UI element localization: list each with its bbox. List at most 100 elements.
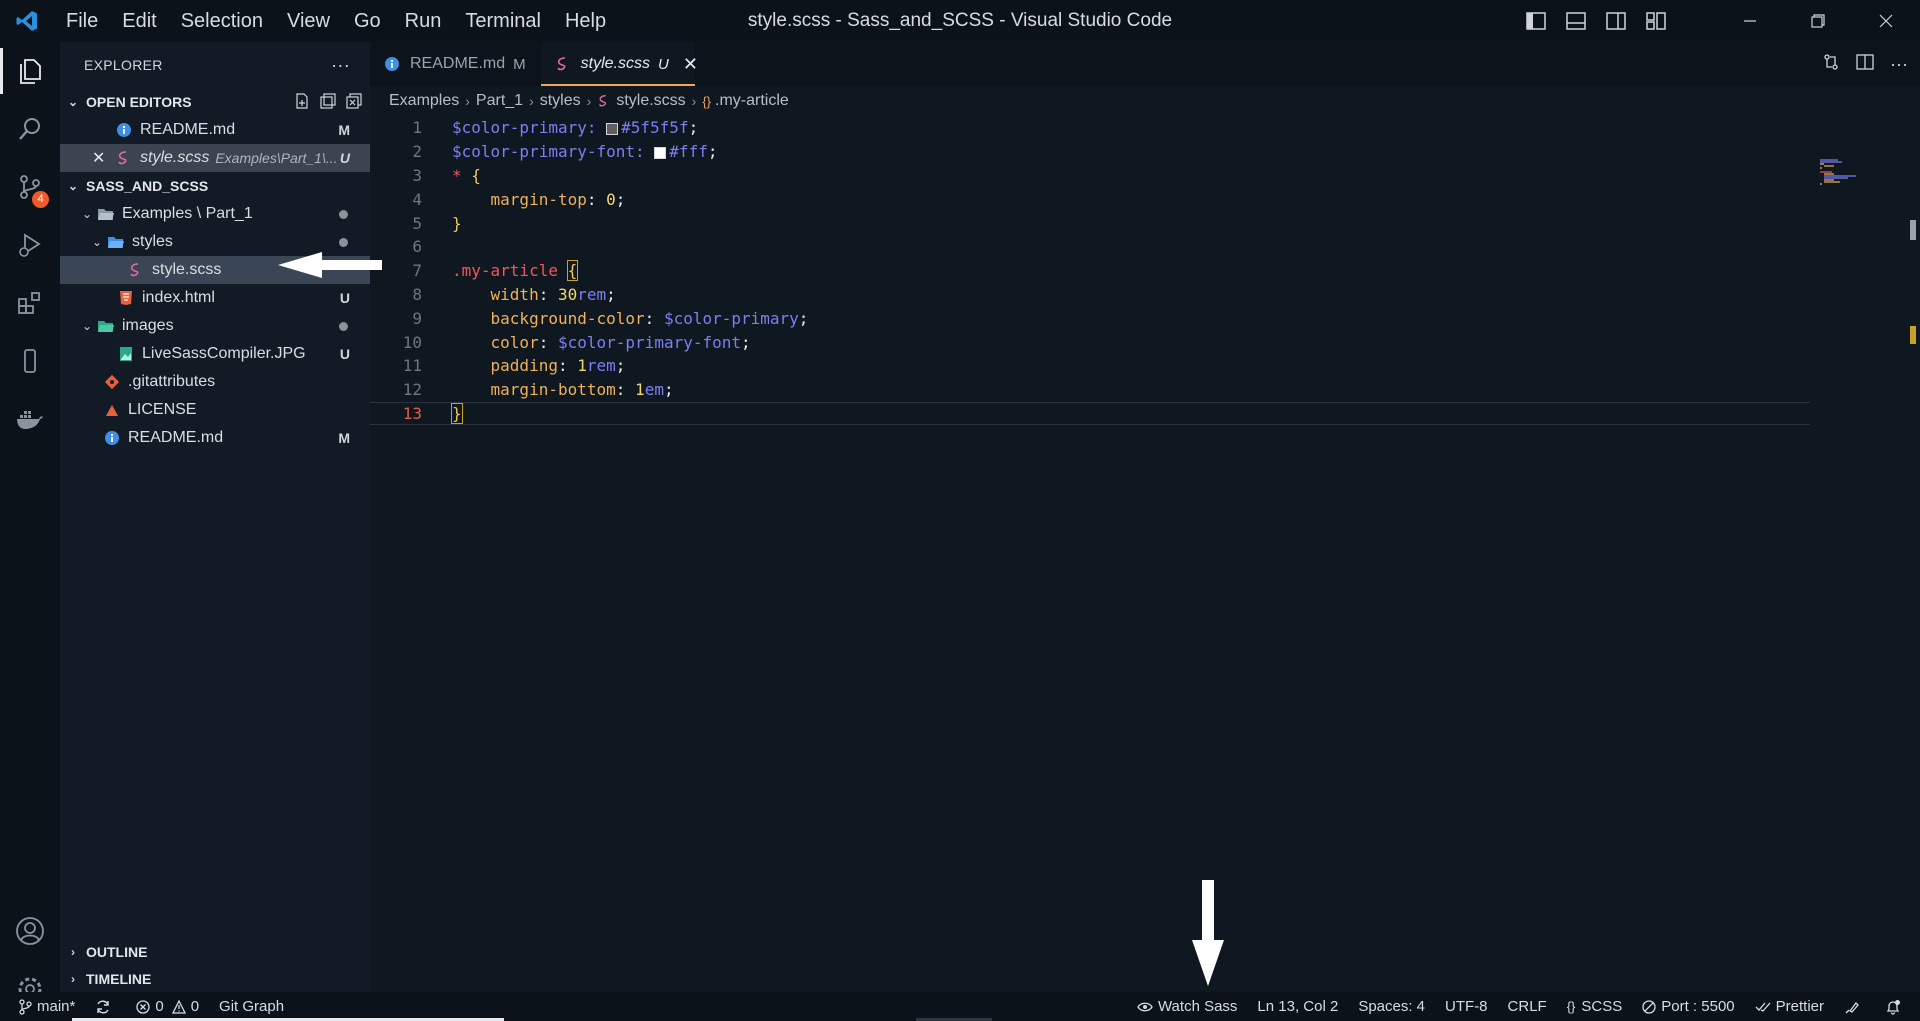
- menu-help[interactable]: Help: [553, 0, 618, 42]
- tree-folder-examples[interactable]: ⌄ Examples \ Part_1: [60, 200, 370, 228]
- accounts-icon[interactable]: [0, 902, 60, 960]
- timeline-header[interactable]: › TIMELINE: [60, 965, 370, 992]
- license-file-icon: [102, 401, 122, 419]
- menu-selection[interactable]: Selection: [169, 0, 275, 42]
- close-tab-icon[interactable]: ✕: [683, 54, 698, 75]
- tab-readme[interactable]: README.md M: [370, 42, 541, 86]
- end-of-line[interactable]: CRLF: [1498, 992, 1557, 1021]
- tree-file-gitattributes[interactable]: .gitattributes: [60, 368, 370, 396]
- open-changes-icon[interactable]: [1822, 53, 1840, 76]
- vscode-logo-icon: [0, 0, 54, 42]
- close-window-icon[interactable]: [1852, 0, 1920, 42]
- folder-header[interactable]: ⌄ SASS_AND_SCSS: [60, 172, 370, 200]
- menu-terminal[interactable]: Terminal: [453, 0, 553, 42]
- outline-header[interactable]: › OUTLINE: [60, 938, 370, 965]
- chevron-down-icon: ⌄: [67, 95, 79, 109]
- title-bar: File Edit Selection View Go Run Terminal…: [0, 0, 1920, 42]
- notifications-item[interactable]: [1875, 992, 1920, 1021]
- menu-go[interactable]: Go: [342, 0, 393, 42]
- problems-item[interactable]: 0 0: [126, 992, 209, 1021]
- toggle-panel-icon[interactable]: [1556, 0, 1596, 42]
- property: padding: [490, 356, 558, 376]
- customize-layout-icon[interactable]: [1636, 0, 1676, 42]
- line-number: 2: [412, 142, 422, 162]
- tree-file-livesass-jpg[interactable]: LiveSassCompiler.JPG U: [60, 340, 370, 368]
- unit: rem: [586, 356, 616, 376]
- chevron-right-icon: ›: [529, 93, 534, 109]
- close-editor-icon[interactable]: ✕: [92, 148, 114, 168]
- color-swatch[interactable]: [654, 146, 667, 159]
- file-name: LiveSassCompiler.JPG: [142, 345, 306, 362]
- open-editors-label: OPEN EDITORS: [86, 94, 192, 110]
- sync-item[interactable]: [85, 992, 126, 1021]
- breadcrumb-file[interactable]: style.scss: [616, 92, 685, 110]
- eye-icon: [1137, 1002, 1153, 1011]
- menu-view[interactable]: View: [275, 0, 342, 42]
- feedback-item[interactable]: [1834, 992, 1875, 1021]
- code-line: 8 width: 30rem;: [370, 283, 1810, 307]
- brace: {: [566, 260, 579, 282]
- minimize-icon[interactable]: [1716, 0, 1784, 42]
- open-editor-readme[interactable]: README.md M: [60, 116, 370, 144]
- sass-file-icon: [114, 149, 134, 167]
- save-all-icon[interactable]: [320, 93, 336, 112]
- split-editor-icon[interactable]: [1856, 53, 1874, 76]
- tree-file-index-html[interactable]: index.html U: [60, 284, 370, 312]
- breadcrumb-examples[interactable]: Examples: [389, 92, 459, 110]
- git-branch-item[interactable]: main*: [0, 992, 85, 1021]
- colon: :: [644, 308, 655, 328]
- source-control-icon[interactable]: 4: [0, 158, 60, 216]
- tab-style-scss[interactable]: style.scss U ✕: [540, 42, 698, 86]
- chevron-right-icon: ›: [691, 93, 697, 109]
- prettier-item[interactable]: Prettier: [1745, 992, 1834, 1021]
- menu-run[interactable]: Run: [393, 0, 454, 42]
- image-file-icon: [116, 345, 136, 363]
- semicolon: ;: [615, 189, 626, 209]
- cursor-position[interactable]: Ln 13, Col 2: [1247, 992, 1348, 1021]
- scss-variable: $color-primary-font:: [452, 142, 645, 162]
- extensions-icon[interactable]: [0, 274, 60, 332]
- open-editors-header[interactable]: ⌄ OPEN EDITORS: [60, 88, 370, 116]
- property: background-color: [490, 308, 645, 328]
- git-graph-item[interactable]: Git Graph: [209, 992, 294, 1021]
- tree-file-license[interactable]: LICENSE: [60, 396, 370, 424]
- modified-dot: [339, 321, 348, 331]
- watch-sass-button[interactable]: Watch Sass: [1127, 992, 1247, 1021]
- language-mode[interactable]: {} SCSS: [1557, 992, 1633, 1021]
- menu-file[interactable]: File: [54, 0, 110, 42]
- menu-edit[interactable]: Edit: [110, 0, 168, 42]
- tree-folder-images[interactable]: ⌄ images: [60, 312, 370, 340]
- breadcrumb-symbol[interactable]: .my-article: [715, 92, 789, 110]
- color-swatch[interactable]: [606, 122, 619, 135]
- color-value: #5f5f5f: [621, 118, 689, 138]
- open-editor-style-scss[interactable]: ✕ style.scss Examples\Part_1\... U: [60, 144, 370, 172]
- toggle-secondary-sidebar-icon[interactable]: [1596, 0, 1636, 42]
- remote-device-icon[interactable]: [0, 332, 60, 390]
- toggle-primary-sidebar-icon[interactable]: [1516, 0, 1556, 42]
- run-debug-icon[interactable]: [0, 216, 60, 274]
- scrollbar-thumb[interactable]: [1910, 220, 1916, 240]
- explorer-more-icon[interactable]: ···: [331, 55, 350, 76]
- tree-file-readme[interactable]: README.md M: [60, 424, 370, 452]
- port-label: Port : 5500: [1661, 998, 1735, 1015]
- restore-icon[interactable]: [1784, 0, 1852, 42]
- live-server-port[interactable]: Port : 5500: [1632, 992, 1744, 1021]
- scss-variable: $color-primary-font: [557, 332, 742, 352]
- code-editor[interactable]: 1 $color-primary: #5f5f5f; 2 $color-primar…: [370, 116, 1810, 426]
- editor-more-icon[interactable]: ···: [1890, 54, 1908, 75]
- breadcrumb-styles[interactable]: styles: [540, 92, 581, 110]
- minimap[interactable]: [1820, 158, 1860, 188]
- indentation[interactable]: Spaces: 4: [1348, 992, 1435, 1021]
- timeline-label: TIMELINE: [86, 970, 152, 987]
- new-untitled-file-icon[interactable]: [294, 93, 310, 112]
- close-all-icon[interactable]: [346, 93, 362, 112]
- explorer-icon[interactable]: [0, 42, 60, 100]
- docker-icon[interactable]: [0, 390, 60, 448]
- code-line: 12 margin-bottom: 1em;: [370, 378, 1810, 402]
- encoding[interactable]: UTF-8: [1435, 992, 1498, 1021]
- git-file-icon: [102, 373, 122, 391]
- search-icon[interactable]: [0, 100, 60, 158]
- line-number: 5: [412, 213, 422, 233]
- semicolon: ;: [741, 332, 751, 352]
- breadcrumb-part1[interactable]: Part_1: [476, 92, 523, 110]
